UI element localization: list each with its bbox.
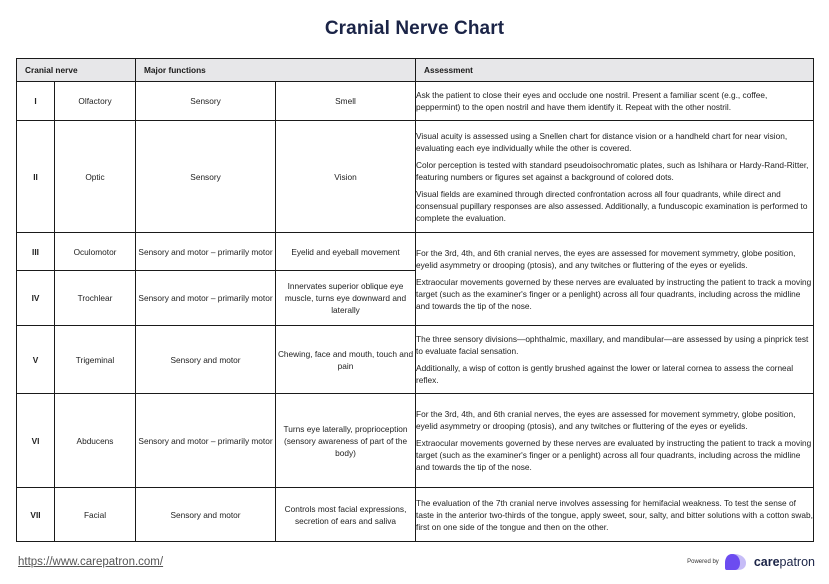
nerve-function: Smell xyxy=(275,81,417,121)
nerve-type: Sensory and motor – primarily motor xyxy=(135,270,277,326)
nerve-numeral: I xyxy=(16,81,55,121)
header-assessment: Assessment xyxy=(415,58,815,82)
nerve-function: Chewing, face and mouth, touch and pain xyxy=(275,325,417,394)
brand-bold: care xyxy=(753,555,780,569)
nerve-type: Sensory and motor – primarily motor xyxy=(135,232,277,271)
table-row: V Trigeminal Sensory and motor Chewing, … xyxy=(16,325,815,394)
assessment-paragraph: Color perception is tested with standard… xyxy=(416,159,809,182)
brand-rest: patron xyxy=(779,555,815,569)
carepatron-logo-icon xyxy=(724,553,750,571)
nerve-type: Sensory and motor – primarily motor xyxy=(135,393,277,488)
table-row: I Olfactory Sensory Smell Ask the patien… xyxy=(16,81,815,121)
powered-by-label: Powered by xyxy=(687,559,719,565)
table-row: III Oculomotor Sensory and motor – prima… xyxy=(16,232,815,326)
header-major-functions: Major functions xyxy=(135,58,417,82)
nerve-numeral: II xyxy=(16,120,55,233)
assessment-paragraph: Extraocular movements governed by these … xyxy=(416,438,812,472)
table-row: VII Facial Sensory and motor Controls mo… xyxy=(16,487,815,542)
nerve-assessment: For the 3rd, 4th, and 6th cranial nerves… xyxy=(415,393,815,488)
assessment-paragraph: For the 3rd, 4th, and 6th cranial nerves… xyxy=(416,409,796,431)
powered-by-carepatron[interactable]: Powered by carepatron xyxy=(687,553,815,571)
nerve-name: Trigeminal xyxy=(53,325,137,394)
nerve-name: Olfactory xyxy=(53,81,137,121)
assessment-paragraph: The evaluation of the 7th cranial nerve … xyxy=(416,497,813,532)
table-row: VI Abducens Sensory and motor – primaril… xyxy=(16,393,815,488)
nerve-type: Sensory and motor xyxy=(135,487,277,542)
nerve-assessment: Ask the patient to close their eyes and … xyxy=(415,81,815,121)
assessment-paragraph: Extraocular movements governed by these … xyxy=(416,276,812,311)
nerve-numeral: VII xyxy=(16,487,55,542)
nerve-type: Sensory xyxy=(135,120,277,233)
carepatron-wordmark: carepatron xyxy=(754,555,815,569)
nerve-name: Trochlear xyxy=(53,270,137,326)
nerve-assessment: For the 3rd, 4th, and 6th cranial nerves… xyxy=(415,232,815,326)
nerve-name: Facial xyxy=(53,487,137,542)
nerve-name: Oculomotor xyxy=(53,232,137,271)
cranial-nerve-table: Cranial nerve Major functions Assessment… xyxy=(15,58,815,542)
nerve-numeral: IV xyxy=(16,270,55,326)
nerve-function: Innervates superior oblique eye muscle, … xyxy=(275,270,417,326)
assessment-paragraph: For the 3rd, 4th, and 6th cranial nerves… xyxy=(416,247,796,270)
table-header-row: Cranial nerve Major functions Assessment xyxy=(15,58,815,82)
carepatron-link[interactable]: https://www.carepatron.com/ xyxy=(18,556,163,568)
nerve-function: Turns eye laterally, proprioception (sen… xyxy=(275,393,417,488)
page-title: Cranial Nerve Chart xyxy=(324,18,505,39)
nerve-function: Eyelid and eyeball movement xyxy=(275,232,417,271)
nerve-numeral: III xyxy=(16,232,55,271)
nerve-name: Abducens xyxy=(53,393,137,488)
assessment-paragraph: The three sensory divisions—ophthalmic, … xyxy=(416,334,809,356)
nerve-function: Vision xyxy=(275,120,417,233)
nerve-type: Sensory and motor xyxy=(135,325,277,394)
assessment-paragraph: Additionally, a wisp of cotton is gently… xyxy=(416,363,794,385)
table-row: II Optic Sensory Vision Visual acuity is… xyxy=(16,120,815,233)
assessment-paragraph: Visual fields are examined through direc… xyxy=(416,188,808,223)
nerve-numeral: VI xyxy=(16,393,55,488)
assessment-paragraph: Visual acuity is assessed using a Snelle… xyxy=(416,130,788,153)
nerve-numeral: V xyxy=(16,325,55,394)
nerve-type: Sensory xyxy=(135,81,277,121)
nerve-assessment: The three sensory divisions—ophthalmic, … xyxy=(415,325,815,394)
assessment-paragraph: Ask the patient to close their eyes and … xyxy=(416,90,768,112)
nerve-assessment: The evaluation of the 7th cranial nerve … xyxy=(415,487,815,542)
nerve-function: Controls most facial expressions, secret… xyxy=(275,487,417,542)
header-cranial-nerve: Cranial nerve xyxy=(15,58,137,82)
nerve-name: Optic xyxy=(53,120,137,233)
nerve-assessment: Visual acuity is assessed using a Snelle… xyxy=(415,120,815,233)
